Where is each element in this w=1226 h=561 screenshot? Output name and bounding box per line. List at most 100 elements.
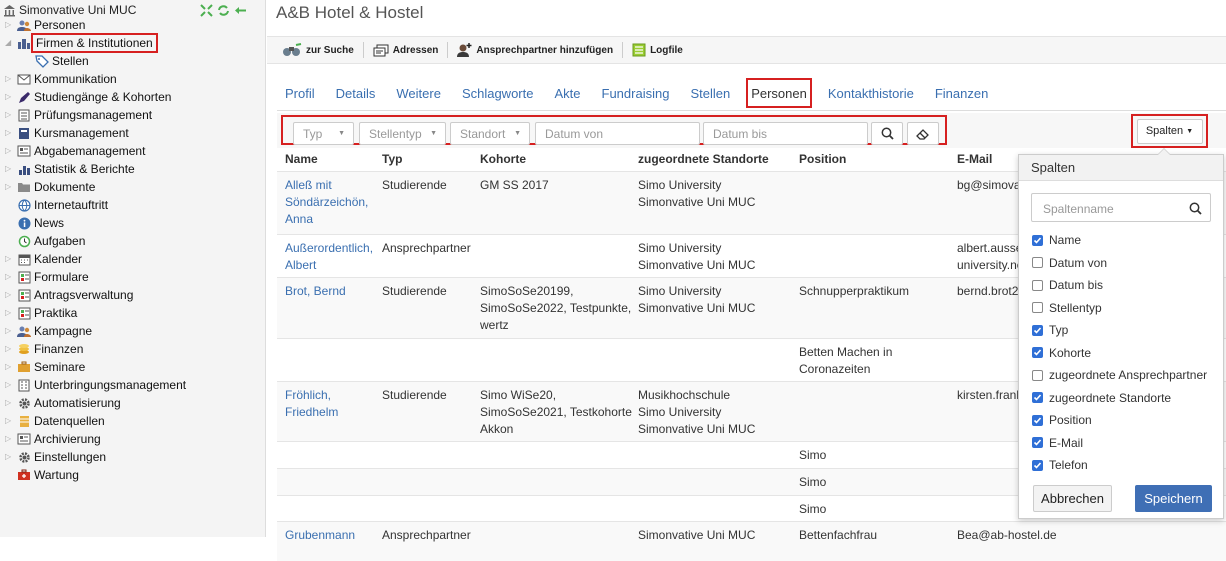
expand-right-icon[interactable]: ▷: [5, 381, 15, 389]
person-name-link[interactable]: Außerordentlich,: [285, 240, 373, 257]
tab-weitere[interactable]: Weitere: [396, 78, 441, 108]
column-option-e-mail[interactable]: E-Mail: [1032, 434, 1083, 452]
tab-schlagworte[interactable]: Schlagworte: [462, 78, 534, 108]
addresses-button[interactable]: Adressen: [373, 42, 449, 58]
sidebar-item-datenquellen[interactable]: ▷ Datenquellen: [5, 412, 105, 430]
save-button[interactable]: Speichern: [1135, 485, 1212, 512]
sidebar-item-archivierung[interactable]: ▷ Archivierung: [5, 430, 101, 448]
person-name-link[interactable]: Söndärzeichön,: [285, 194, 368, 211]
checkbox[interactable]: [1032, 324, 1043, 336]
expand-right-icon[interactable]: ▷: [5, 435, 15, 443]
datum-bis-input[interactable]: Datum bis: [703, 122, 868, 145]
sidebar-item-internetauftritt[interactable]: Internetauftritt: [5, 196, 108, 214]
sidebar-item-firmen-institutionen[interactable]: ◢ Firmen & Institutionen: [5, 33, 158, 53]
sidebar-item-seminare[interactable]: ▷ Seminare: [5, 358, 85, 376]
sidebar-item-prufungsmanagement[interactable]: ▷ Prüfungsmanagement: [5, 106, 152, 124]
person-name-link[interactable]: Fröhlich,: [285, 387, 331, 404]
sidebar-item-dokumente[interactable]: ▷ Dokumente: [5, 178, 95, 196]
tab-finanzen[interactable]: Finanzen: [935, 78, 988, 108]
checkbox[interactable]: [1032, 347, 1043, 358]
person-name-link[interactable]: Anna: [285, 211, 313, 228]
datum-von-input[interactable]: Datum von: [535, 122, 700, 145]
tab-akte[interactable]: Akte: [554, 78, 580, 108]
checkbox[interactable]: [1032, 437, 1043, 448]
expand-down-icon[interactable]: ◢: [5, 39, 15, 47]
person-name-link[interactable]: Grubenmann: [285, 527, 355, 544]
sidebar-item-kursmanagement[interactable]: ▷ Kursmanagement: [5, 124, 129, 142]
tab-details[interactable]: Details: [336, 78, 376, 108]
expand-right-icon[interactable]: ▷: [5, 363, 15, 371]
column-header-name[interactable]: Name: [285, 152, 318, 166]
person-name-link[interactable]: Albert: [285, 257, 316, 274]
sidebar-item-wartung[interactable]: Wartung: [5, 466, 79, 484]
column-option-stellentyp[interactable]: Stellentyp: [1032, 299, 1102, 317]
stellentyp-select[interactable]: Stellentyp ▼: [359, 122, 446, 145]
checkbox[interactable]: [1032, 392, 1043, 403]
expand-right-icon[interactable]: ▷: [5, 75, 15, 83]
expand-right-icon[interactable]: ▷: [5, 327, 15, 335]
column-header-zugeordnete-standorte[interactable]: zugeordnete Standorte: [638, 152, 769, 166]
sidebar-item-unterbringungsmanagement[interactable]: ▷ Unterbringungsmanagement: [5, 376, 186, 394]
expand-right-icon[interactable]: ▷: [5, 345, 15, 353]
expand-right-icon[interactable]: ▷: [5, 291, 15, 299]
column-option-position[interactable]: Position: [1032, 411, 1092, 429]
expand-right-icon[interactable]: ▷: [5, 111, 15, 119]
checkbox[interactable]: [1032, 459, 1043, 471]
column-option-typ[interactable]: Typ: [1032, 321, 1068, 339]
add-contact-button[interactable]: Ansprechpartner hinzufügen: [457, 42, 624, 58]
columns-button[interactable]: Spalten ▼: [1136, 118, 1203, 144]
table-row[interactable]: Grubenmann Ansprechpartner Simonvative Uni…: [277, 521, 1226, 561]
tab-fundraising[interactable]: Fundraising: [602, 78, 670, 108]
person-name-link[interactable]: Brot, Bernd: [285, 283, 346, 300]
tab-stellen[interactable]: Stellen: [690, 78, 730, 108]
sidebar-item-studiengange-kohorten[interactable]: ▷ Studiengänge & Kohorten: [5, 88, 171, 106]
clear-filter-button[interactable]: [907, 122, 939, 145]
sidebar-item-finanzen[interactable]: ▷ Finanzen: [5, 340, 83, 358]
sidebar-item-kampagne[interactable]: ▷ Kampagne: [5, 322, 92, 340]
cancel-button[interactable]: Abbrechen: [1033, 485, 1112, 512]
person-name-link[interactable]: Alleß mit: [285, 177, 332, 194]
column-option-name[interactable]: Name: [1032, 231, 1081, 249]
checkbox[interactable]: [1032, 302, 1043, 313]
expand-right-icon[interactable]: ▷: [5, 399, 15, 407]
column-option-datum-bis[interactable]: Datum bis: [1032, 276, 1103, 294]
expand-right-icon[interactable]: ▷: [5, 93, 15, 101]
sidebar-item-einstellungen[interactable]: ▷ Einstellungen: [5, 448, 106, 466]
column-option-datum-von[interactable]: Datum von: [1032, 254, 1107, 272]
tab-profil[interactable]: Profil: [285, 78, 315, 108]
expand-right-icon[interactable]: ▷: [5, 273, 15, 281]
sidebar-item-stellen[interactable]: Stellen: [33, 52, 89, 70]
refresh-icon[interactable]: [217, 4, 230, 17]
sidebar-item-personen[interactable]: ▷ Personen: [5, 16, 85, 34]
expand-right-icon[interactable]: ▷: [5, 21, 15, 29]
sidebar-item-statistik-berichte[interactable]: ▷ Statistik & Berichte: [5, 160, 135, 178]
expand-right-icon[interactable]: ▷: [5, 255, 15, 263]
checkbox[interactable]: [1032, 257, 1043, 268]
column-option-zugeordnete-standorte[interactable]: zugeordnete Standorte: [1032, 389, 1171, 407]
sidebar-item-praktika[interactable]: ▷ Praktika: [5, 304, 77, 322]
sidebar-item-formulare[interactable]: ▷ Formulare: [5, 268, 89, 286]
expand-right-icon[interactable]: ▷: [5, 453, 15, 461]
column-option-telefon[interactable]: Telefon: [1032, 456, 1088, 474]
search-back-button[interactable]: zur Suche: [282, 42, 364, 58]
filter-search-button[interactable]: [871, 122, 903, 145]
expand-right-icon[interactable]: ▷: [5, 129, 15, 137]
expand-right-icon[interactable]: ▷: [5, 417, 15, 425]
checkbox[interactable]: [1032, 234, 1043, 246]
column-header-typ[interactable]: Typ: [382, 152, 402, 166]
sidebar-item-kalender[interactable]: ▷ Kalender: [5, 250, 82, 268]
sidebar-item-news[interactable]: News: [5, 214, 64, 232]
person-name-link[interactable]: Friedhelm: [285, 404, 338, 421]
sidebar-item-antragsverwaltung[interactable]: ▷ Antragsverwaltung: [5, 286, 133, 304]
standort-select[interactable]: Standort ▼: [450, 122, 530, 145]
column-header-position[interactable]: Position: [799, 152, 846, 166]
tab-kontakthistorie[interactable]: Kontakthistorie: [828, 78, 914, 108]
expand-right-icon[interactable]: ▷: [5, 183, 15, 191]
back-arrow-icon[interactable]: [234, 4, 247, 17]
column-option-kohorte[interactable]: Kohorte: [1032, 344, 1091, 362]
expand-right-icon[interactable]: ▷: [5, 309, 15, 317]
checkbox[interactable]: [1032, 369, 1043, 381]
sidebar-item-aufgaben[interactable]: Aufgaben: [5, 232, 85, 250]
sidebar-item-automatisierung[interactable]: ▷ Automatisierung: [5, 394, 121, 412]
checkbox[interactable]: [1032, 414, 1043, 426]
